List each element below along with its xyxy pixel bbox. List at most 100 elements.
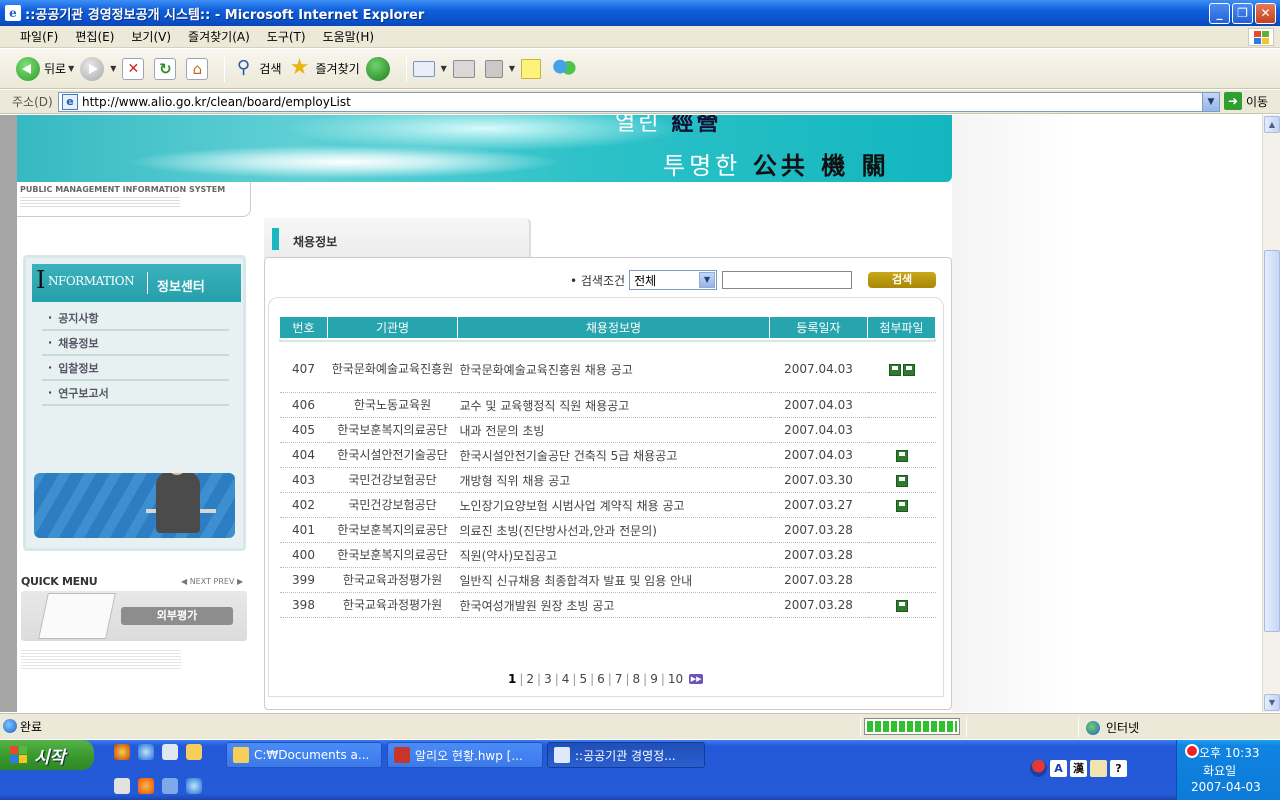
printer-icon: [452, 59, 475, 78]
sidebar-item-research-reports[interactable]: 연구보고서: [42, 381, 229, 406]
quicklaunch-app-icon[interactable]: [162, 744, 178, 760]
row-title-link[interactable]: 한국시설안전기술공단 건축직 5급 채용공고: [457, 442, 770, 468]
vertical-scrollbar[interactable]: ▲ ▼: [1262, 115, 1280, 712]
minimize-button[interactable]: _: [1209, 2, 1230, 24]
taskbar-window-hwp[interactable]: 알리오 현황.hwp [...: [387, 742, 543, 768]
page-link[interactable]: 7: [615, 672, 623, 686]
taskbar-window-explorer[interactable]: C:₩Documents a...: [226, 742, 382, 768]
page-link[interactable]: 6: [597, 672, 605, 686]
attachment-file-icon[interactable]: [895, 449, 908, 462]
page-link[interactable]: 2: [526, 672, 534, 686]
row-title-link[interactable]: 교수 및 교육행정직 직원 채용공고: [457, 392, 770, 418]
fine-print-decoration: [20, 197, 180, 209]
scroll-up-icon[interactable]: ▲: [1264, 116, 1280, 133]
notes-button[interactable]: [520, 58, 545, 79]
row-title-link[interactable]: 노인장기요양보험 시범사업 계약직 채용 공고: [457, 492, 770, 518]
mail-dropdown-icon[interactable]: ▼: [441, 64, 447, 73]
menu-file[interactable]: 파일(F): [20, 28, 58, 45]
row-title-link[interactable]: 내과 전문의 초빙: [457, 417, 770, 443]
address-url[interactable]: http://www.alio.go.kr/clean/board/employ…: [82, 95, 1202, 109]
row-title-link[interactable]: 한국여성개발원 원장 초빙 공고: [457, 592, 770, 618]
next-page-icon[interactable]: ▶▶: [689, 674, 704, 684]
page-link[interactable]: 10: [668, 672, 683, 686]
messenger-button[interactable]: [550, 56, 581, 81]
quick-menu-prev[interactable]: PREV ▶: [214, 577, 244, 586]
forward-dropdown-icon[interactable]: ▼: [110, 64, 116, 73]
row-title-link[interactable]: 개방형 직위 채용 공고: [457, 467, 770, 493]
page-link[interactable]: 8: [633, 672, 641, 686]
row-title-link[interactable]: 일반직 신규채용 최종합격자 발표 및 임용 안내: [457, 567, 770, 593]
favorites-button[interactable]: ★ 즐겨찾기: [288, 56, 360, 81]
page-link[interactable]: 4: [562, 672, 570, 686]
go-button[interactable]: ➜ 이동: [1224, 92, 1268, 110]
back-button[interactable]: 뒤로 ▼: [16, 56, 74, 81]
address-input[interactable]: e http://www.alio.go.kr/clean/board/empl…: [58, 92, 1220, 112]
address-dropdown-icon[interactable]: ▼: [1202, 93, 1219, 111]
ime-hanja[interactable]: 漢: [1070, 760, 1087, 777]
quicklaunch-doc-icon[interactable]: [114, 778, 130, 794]
chevron-down-icon[interactable]: ▼: [699, 272, 716, 288]
quicklaunch-ie-icon[interactable]: [138, 744, 154, 760]
row-title-link[interactable]: 의료진 초빙(진단방사선과,안과 전문의): [457, 517, 770, 543]
attachment-file-icon[interactable]: [895, 474, 908, 487]
sidebar-item-recruitment[interactable]: 채용정보: [42, 331, 229, 356]
edit-dropdown-icon[interactable]: ▼: [509, 64, 515, 73]
history-button[interactable]: [365, 56, 394, 81]
menu-view[interactable]: 보기(V): [131, 28, 171, 45]
scroll-thumb[interactable]: [1264, 250, 1280, 632]
search-submit-button[interactable]: 검색: [868, 272, 937, 288]
start-label: 시작: [34, 747, 66, 768]
attachment-file-icon[interactable]: [895, 499, 908, 512]
quicklaunch-orange-icon[interactable]: [138, 778, 154, 794]
search-condition-select[interactable]: 전체 ▼: [629, 270, 718, 290]
korean-ime-icon[interactable]: [1030, 760, 1047, 777]
taskbar-window-ie[interactable]: ::공공기관 경영정...: [547, 742, 705, 768]
warning-icon[interactable]: [1185, 744, 1199, 758]
table-row: 399 한국교육과정평가원 일반직 신규채용 최종합격자 발표 및 임용 안내 …: [279, 567, 936, 593]
row-title-link[interactable]: 한국문화예술교육진흥원 채용 공고: [457, 346, 770, 393]
window-title-bar[interactable]: e ::공공기관 경영정보공개 시스템:: - Microsoft Intern…: [0, 0, 1280, 26]
page-link[interactable]: 3: [544, 672, 552, 686]
back-dropdown-icon[interactable]: ▼: [68, 64, 74, 73]
column-header-organization: 기관명: [327, 316, 458, 339]
menu-tools[interactable]: 도구(T): [267, 28, 306, 45]
stop-button[interactable]: ✕: [122, 57, 148, 80]
tray-clock[interactable]: 오후 10:33: [1199, 744, 1259, 761]
search-input[interactable]: [722, 271, 853, 289]
quicklaunch-ie-icon[interactable]: [186, 778, 202, 794]
menu-favorites[interactable]: 즐겨찾기(A): [188, 28, 250, 45]
quick-menu-next[interactable]: ◀ NEXT: [181, 577, 211, 586]
forward-button[interactable]: ▼: [80, 56, 116, 81]
row-title-link[interactable]: 직원(약사)모집공고: [457, 542, 770, 568]
attachment-file-icon[interactable]: [888, 363, 901, 376]
edit-button[interactable]: ▼: [484, 59, 515, 78]
print-button[interactable]: [452, 59, 479, 78]
page-link[interactable]: 5: [579, 672, 587, 686]
maximize-button[interactable]: ❐: [1232, 2, 1253, 24]
external-evaluation-button[interactable]: 외부평가: [121, 607, 233, 625]
search-button[interactable]: ⚲ 검색: [231, 57, 282, 81]
page-link[interactable]: 9: [650, 672, 658, 686]
sidebar-item-notice[interactable]: 공지사항: [42, 306, 229, 331]
menu-edit[interactable]: 편집(E): [75, 28, 114, 45]
attachment-file-icon[interactable]: [902, 363, 915, 376]
promo-banner-image[interactable]: [34, 473, 235, 538]
attachment-file-icon[interactable]: [895, 599, 908, 612]
close-button[interactable]: ✕: [1255, 2, 1276, 24]
home-button[interactable]: ⌂: [186, 57, 212, 80]
page-link-current[interactable]: 1: [508, 672, 516, 686]
refresh-button[interactable]: ↻: [154, 57, 180, 80]
row-date: 2007.03.27: [769, 492, 868, 518]
quicklaunch-media-icon[interactable]: [114, 744, 130, 760]
ime-mode-a[interactable]: A: [1050, 760, 1067, 777]
ime-tools-icon[interactable]: [1090, 760, 1107, 777]
ime-help-icon[interactable]: ?: [1110, 760, 1127, 777]
menu-help[interactable]: 도움말(H): [323, 28, 375, 45]
quicklaunch-user-icon[interactable]: [162, 778, 178, 794]
mail-button[interactable]: ▼: [412, 60, 447, 77]
start-button[interactable]: 시작: [0, 740, 94, 770]
menu-bar: 파일(F) 편집(E) 보기(V) 즐겨찾기(A) 도구(T) 도움말(H): [0, 26, 1280, 48]
quicklaunch-folder-icon[interactable]: [186, 744, 202, 760]
scroll-down-icon[interactable]: ▼: [1264, 694, 1280, 711]
sidebar-item-bidding[interactable]: 입찰정보: [42, 356, 229, 381]
